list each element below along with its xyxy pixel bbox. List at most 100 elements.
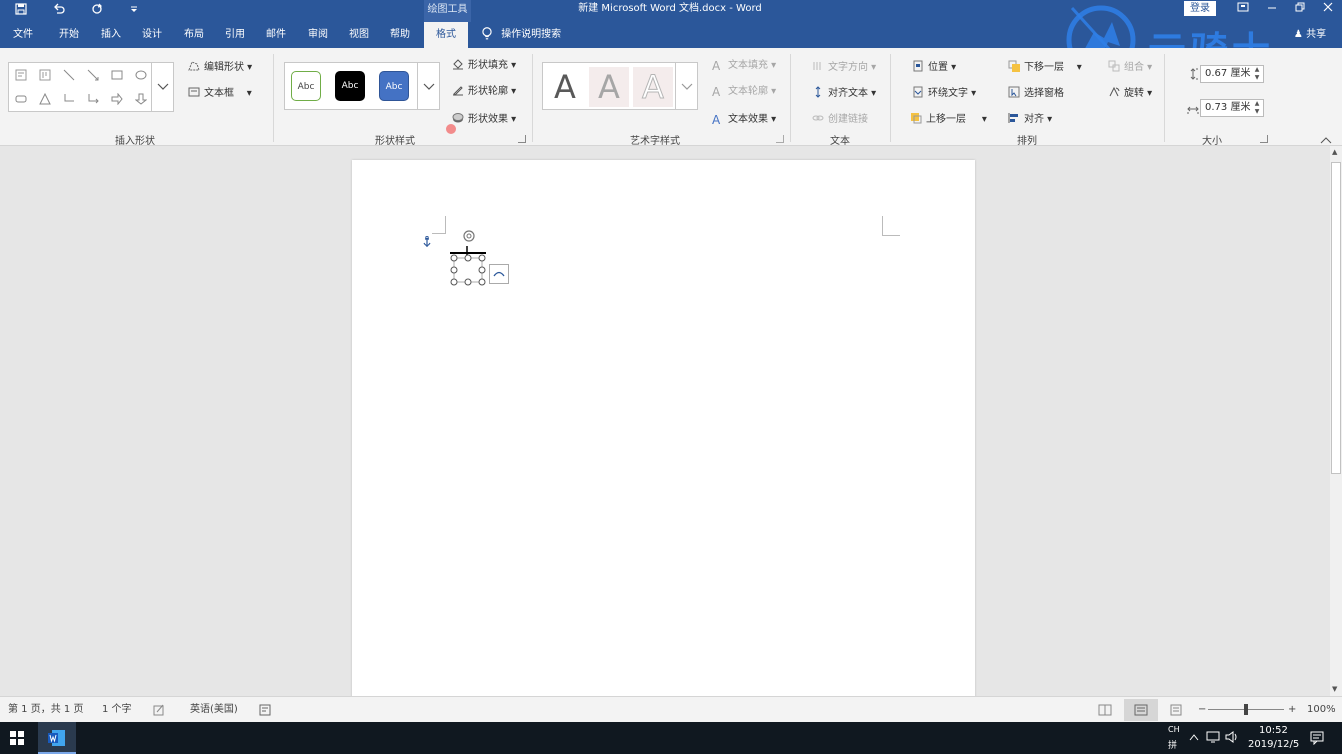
zoom-level[interactable]: 100% — [1307, 697, 1336, 723]
customize-toolbar-icon[interactable] — [126, 3, 142, 19]
wordart-dialog-launcher-icon[interactable] — [776, 135, 784, 143]
text-box-shape-icon[interactable] — [15, 69, 27, 81]
clock-date[interactable]: 2019/12/5 — [1248, 739, 1299, 750]
show-hidden-icons-icon[interactable] — [1189, 733, 1199, 741]
wordart-style-outline[interactable]: A — [633, 67, 673, 107]
group-objects-button[interactable]: 组合 ▾ — [1108, 58, 1152, 73]
shape-style-gallery[interactable]: Abc Abc Abc — [284, 62, 418, 110]
tab-design[interactable]: 设计 — [133, 22, 171, 48]
tab-mailings[interactable]: 邮件 — [257, 22, 295, 48]
text-fill-icon: A — [712, 59, 721, 73]
wrap-text-button[interactable]: 环绕文字 ▾ — [912, 84, 976, 99]
word-count-status[interactable]: 1 个字 — [102, 697, 132, 723]
volume-icon[interactable] — [1225, 731, 1239, 743]
rotate-button[interactable]: 旋转 ▾ — [1108, 84, 1152, 99]
notification-center-icon[interactable] — [1310, 731, 1324, 745]
document-page[interactable] — [352, 160, 975, 700]
create-link-button[interactable]: 创建链接 — [812, 110, 868, 125]
scroll-down-arrow-icon[interactable]: ▼ — [1332, 685, 1337, 693]
triangle-shape-icon[interactable] — [39, 93, 51, 105]
pen-icon — [453, 86, 463, 96]
position-button[interactable]: 位置 ▾ — [912, 58, 956, 73]
shape-gallery-more-button[interactable] — [152, 62, 174, 112]
ime-language-indicator[interactable]: CH — [1168, 725, 1180, 734]
tab-file[interactable]: 文件 — [4, 22, 42, 48]
redo-icon[interactable] — [89, 3, 105, 19]
wordart-style-dark[interactable]: A — [545, 67, 585, 107]
down-arrow-shape-icon[interactable] — [135, 93, 147, 105]
save-icon[interactable] — [13, 3, 29, 19]
text-outline-icon: A — [712, 85, 721, 99]
clock-time[interactable]: 10:52 — [1259, 725, 1288, 736]
layout-options-button[interactable] — [489, 264, 509, 284]
oval-shape-icon[interactable] — [135, 69, 147, 81]
shape-style-outline-swatch[interactable]: Abc — [291, 71, 321, 101]
send-backward-button[interactable]: 下移一层 ▾ — [1008, 58, 1082, 73]
wordart-gallery-more-button[interactable] — [676, 62, 698, 110]
align-text-button[interactable]: 对齐文本 ▾ — [812, 84, 876, 99]
elbow-arrow-shape-icon[interactable] — [87, 93, 99, 105]
wordart-style-gallery[interactable]: A A A — [542, 62, 676, 110]
zoom-out-button[interactable]: − — [1198, 697, 1206, 723]
text-box-icon — [188, 87, 200, 97]
tab-layout[interactable]: 布局 — [175, 22, 213, 48]
close-icon[interactable] — [1314, 0, 1342, 20]
text-fill-button[interactable]: A 文本填充 ▾ — [712, 56, 776, 73]
line-shape-icon[interactable] — [63, 69, 75, 81]
print-layout-view-button[interactable] — [1124, 699, 1158, 721]
tab-review[interactable]: 审阅 — [299, 22, 337, 48]
vertical-scrollbar-thumb[interactable] — [1331, 162, 1341, 474]
read-mode-icon[interactable] — [1098, 704, 1112, 716]
size-group-label: 大小 — [1202, 136, 1222, 147]
macro-recording-icon[interactable] — [259, 704, 271, 716]
tab-view[interactable]: 视图 — [340, 22, 378, 48]
text-effects-button[interactable]: A 文本效果 ▾ — [712, 110, 776, 127]
tab-format[interactable]: 格式 — [424, 22, 468, 48]
shape-fill-button[interactable]: 形状填充 ▾ — [452, 56, 516, 71]
page-count-status[interactable]: 第 1 页，共 1 页 — [8, 697, 83, 723]
shape-height-spinner[interactable]: ▲ ▼ — [1252, 66, 1262, 82]
tab-references[interactable]: 引用 — [216, 22, 254, 48]
zoom-slider-thumb[interactable] — [1244, 704, 1248, 715]
rounded-rectangle-shape-icon[interactable] — [15, 93, 27, 105]
tell-me-search[interactable]: 操作说明搜索 — [480, 22, 561, 48]
tab-help[interactable]: 帮助 — [381, 22, 419, 48]
shape-width-spinner[interactable]: ▲ ▼ — [1252, 100, 1262, 116]
collapse-ribbon-icon[interactable] — [1320, 136, 1332, 144]
text-outline-button[interactable]: A 文本轮廓 ▾ — [712, 82, 776, 99]
shape-effects-button[interactable]: 形状效果 ▾ — [452, 110, 516, 125]
web-layout-icon[interactable] — [1170, 704, 1184, 716]
mouse-cursor-highlight — [446, 124, 456, 134]
elbow-connector-shape-icon[interactable] — [63, 93, 75, 105]
shape-style-gallery-more-button[interactable] — [418, 62, 440, 110]
edit-shape-button[interactable]: 编辑形状 ▾ — [188, 58, 252, 73]
scroll-up-arrow-icon[interactable]: ▲ — [1332, 148, 1337, 156]
shape-gallery[interactable] — [8, 62, 152, 112]
shape-outline-button[interactable]: 形状轮廓 ▾ — [452, 82, 516, 97]
zoom-in-button[interactable]: + — [1288, 697, 1296, 723]
undo-icon[interactable] — [51, 3, 67, 19]
proofing-icon[interactable] — [153, 704, 165, 716]
tab-insert[interactable]: 插入 — [92, 22, 130, 48]
ime-mode-indicator[interactable]: 拼 — [1168, 738, 1177, 751]
rectangle-shape-icon[interactable] — [111, 69, 123, 81]
text-direction-button[interactable]: 文字方向 ▾ — [812, 58, 876, 73]
selection-pane-button[interactable]: 选择窗格 — [1008, 84, 1064, 99]
shape-styles-dialog-launcher-icon[interactable] — [518, 135, 526, 143]
size-dialog-launcher-icon[interactable] — [1260, 135, 1268, 143]
network-icon[interactable] — [1206, 731, 1220, 743]
text-box-button[interactable]: 文本框 ▾ — [188, 84, 252, 99]
windows-start-icon[interactable] — [10, 731, 24, 745]
right-arrow-shape-icon[interactable] — [111, 93, 123, 105]
shape-style-black-swatch[interactable]: Abc — [335, 71, 365, 101]
wordart-style-gray[interactable]: A — [589, 67, 629, 107]
status-bar: 第 1 页，共 1 页 1 个字 英语(美国) − + 100% — [0, 696, 1342, 722]
arrow-line-shape-icon[interactable] — [87, 69, 99, 81]
vertical-text-box-shape-icon[interactable] — [39, 69, 51, 81]
word-taskbar-button[interactable] — [38, 722, 76, 754]
shape-style-blue-swatch[interactable]: Abc — [379, 71, 409, 101]
language-status[interactable]: 英语(美国) — [190, 697, 238, 723]
bring-forward-button[interactable]: 上移一层 ▾ — [910, 110, 987, 125]
align-button[interactable]: 对齐 ▾ — [1008, 110, 1052, 125]
tab-home[interactable]: 开始 — [50, 22, 88, 48]
